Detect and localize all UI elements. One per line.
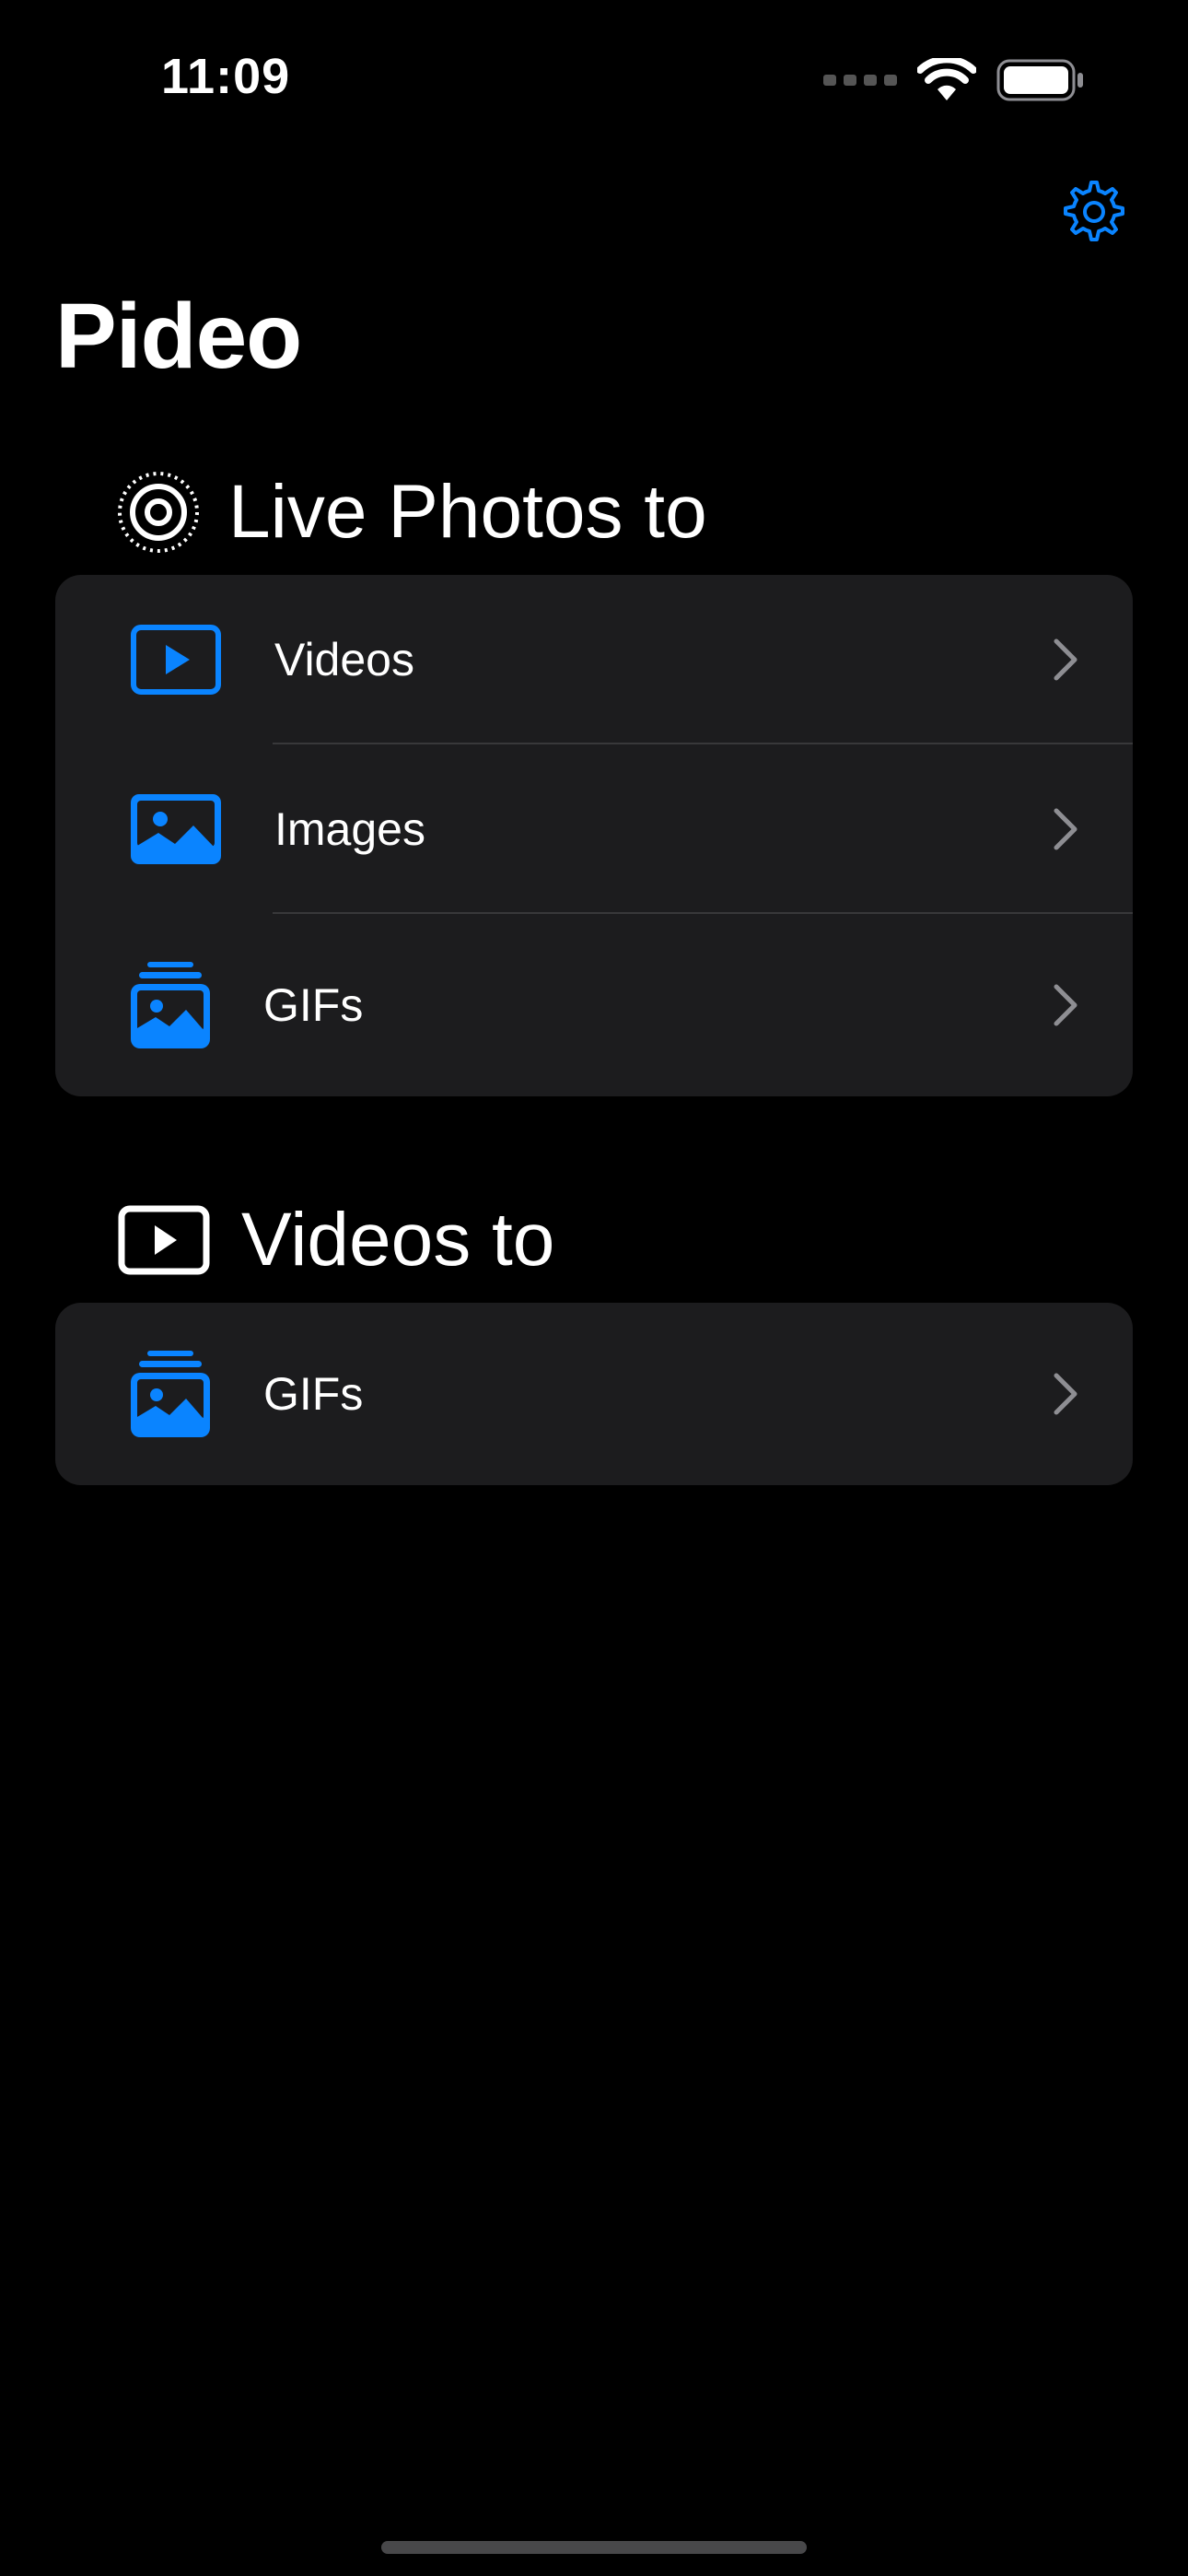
play-rectangle-icon [131, 625, 221, 695]
row-label: GIFs [263, 979, 364, 1031]
gear-icon [1064, 181, 1124, 241]
row-label: GIFs [263, 1368, 364, 1420]
section-title: Videos to [241, 1198, 555, 1282]
section-header-videos: Videos to [118, 1196, 554, 1284]
photo-icon [131, 794, 221, 864]
play-rectangle-icon [118, 1205, 210, 1275]
settings-button[interactable] [1057, 175, 1131, 249]
status-time: 11:09 [161, 49, 291, 104]
section-header-live-photos: Live Photos to [116, 468, 707, 556]
home-indicator[interactable] [381, 2541, 807, 2554]
row-videos-to-gifs[interactable]: GIFs [55, 1303, 1133, 1485]
photo-stack-icon [131, 962, 210, 1048]
chevron-right-icon [1054, 1373, 1077, 1415]
status-indicators [823, 57, 1085, 103]
row-live-to-gifs[interactable]: GIFs [55, 914, 1133, 1096]
battery-icon [996, 59, 1083, 101]
photo-stack-icon [131, 1351, 210, 1437]
row-live-to-images[interactable]: Images [55, 744, 1133, 914]
row-label: Videos [274, 634, 414, 685]
chevron-right-icon [1054, 984, 1077, 1026]
videos-card: GIFs [55, 1303, 1133, 1485]
row-label: Images [274, 803, 425, 855]
chevron-right-icon [1054, 808, 1077, 850]
live-photos-card: Videos Images GIFs [55, 575, 1133, 1096]
page-title: Pideo [55, 285, 302, 388]
live-photo-icon [118, 472, 199, 553]
cellular-signal-icon [823, 75, 897, 86]
section-title: Live Photos to [228, 470, 707, 554]
wifi-icon [917, 58, 976, 100]
row-live-to-videos[interactable]: Videos [55, 575, 1133, 744]
chevron-right-icon [1054, 638, 1077, 681]
